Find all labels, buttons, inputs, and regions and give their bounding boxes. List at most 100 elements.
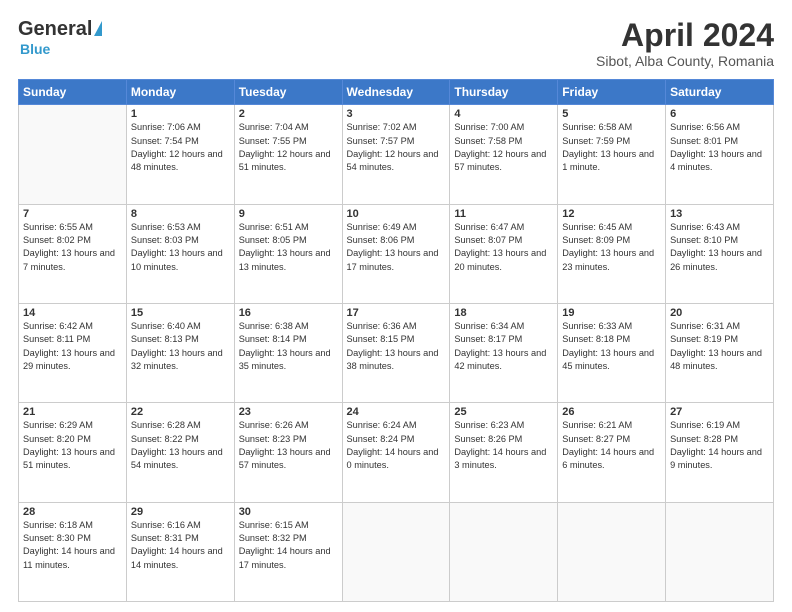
sunset-text: Sunset: 7:58 PM	[454, 136, 522, 146]
daylight-text: Daylight: 12 hours and 54 minutes.	[347, 149, 439, 172]
sunrise-text: Sunrise: 6:33 AM	[562, 321, 632, 331]
day-info: Sunrise: 6:26 AMSunset: 8:23 PMDaylight:…	[239, 419, 338, 472]
day-number: 12	[562, 208, 661, 220]
sunrise-text: Sunrise: 6:56 AM	[670, 122, 740, 132]
daylight-text: Daylight: 13 hours and 54 minutes.	[131, 447, 223, 470]
day-number: 13	[670, 208, 769, 220]
day-info: Sunrise: 6:19 AMSunset: 8:28 PMDaylight:…	[670, 419, 769, 472]
sunrise-text: Sunrise: 6:58 AM	[562, 122, 632, 132]
calendar-week-row: 28Sunrise: 6:18 AMSunset: 8:30 PMDayligh…	[19, 502, 774, 601]
daylight-text: Daylight: 14 hours and 14 minutes.	[131, 546, 223, 569]
day-info: Sunrise: 6:34 AMSunset: 8:17 PMDaylight:…	[454, 320, 553, 373]
day-number: 27	[670, 406, 769, 418]
day-number: 22	[131, 406, 230, 418]
table-row: 11Sunrise: 6:47 AMSunset: 8:07 PMDayligh…	[450, 204, 558, 303]
daylight-text: Daylight: 12 hours and 51 minutes.	[239, 149, 331, 172]
sunset-text: Sunset: 8:20 PM	[23, 434, 91, 444]
day-number: 25	[454, 406, 553, 418]
daylight-text: Daylight: 13 hours and 38 minutes.	[347, 348, 439, 371]
sunset-text: Sunset: 8:32 PM	[239, 533, 307, 543]
daylight-text: Daylight: 13 hours and 51 minutes.	[23, 447, 115, 470]
sunrise-text: Sunrise: 6:28 AM	[131, 420, 201, 430]
day-info: Sunrise: 6:33 AMSunset: 8:18 PMDaylight:…	[562, 320, 661, 373]
day-number: 1	[131, 108, 230, 120]
logo-content: General Blue	[18, 18, 102, 59]
sunset-text: Sunset: 8:05 PM	[239, 235, 307, 245]
table-row: 12Sunrise: 6:45 AMSunset: 8:09 PMDayligh…	[558, 204, 666, 303]
day-info: Sunrise: 7:04 AMSunset: 7:55 PMDaylight:…	[239, 121, 338, 174]
table-row: 22Sunrise: 6:28 AMSunset: 8:22 PMDayligh…	[126, 403, 234, 502]
daylight-text: Daylight: 12 hours and 48 minutes.	[131, 149, 223, 172]
sunset-text: Sunset: 8:28 PM	[670, 434, 738, 444]
sunset-text: Sunset: 8:30 PM	[23, 533, 91, 543]
sunset-text: Sunset: 7:59 PM	[562, 136, 630, 146]
table-row: 6Sunrise: 6:56 AMSunset: 8:01 PMDaylight…	[666, 105, 774, 204]
sunrise-text: Sunrise: 6:42 AM	[23, 321, 93, 331]
day-number: 11	[454, 208, 553, 220]
day-number: 23	[239, 406, 338, 418]
day-info: Sunrise: 6:21 AMSunset: 8:27 PMDaylight:…	[562, 419, 661, 472]
table-row: 19Sunrise: 6:33 AMSunset: 8:18 PMDayligh…	[558, 303, 666, 402]
daylight-text: Daylight: 14 hours and 11 minutes.	[23, 546, 115, 569]
daylight-text: Daylight: 14 hours and 0 minutes.	[347, 447, 439, 470]
daylight-text: Daylight: 13 hours and 13 minutes.	[239, 248, 331, 271]
day-info: Sunrise: 6:53 AMSunset: 8:03 PMDaylight:…	[131, 221, 230, 274]
daylight-text: Daylight: 13 hours and 35 minutes.	[239, 348, 331, 371]
day-number: 4	[454, 108, 553, 120]
col-friday: Friday	[558, 80, 666, 105]
table-row: 8Sunrise: 6:53 AMSunset: 8:03 PMDaylight…	[126, 204, 234, 303]
day-number: 15	[131, 307, 230, 319]
logo-blue-text: Blue	[20, 41, 50, 57]
table-row: 18Sunrise: 6:34 AMSunset: 8:17 PMDayligh…	[450, 303, 558, 402]
daylight-text: Daylight: 14 hours and 6 minutes.	[562, 447, 654, 470]
sunrise-text: Sunrise: 6:18 AM	[23, 520, 93, 530]
table-row	[342, 502, 450, 601]
sunrise-text: Sunrise: 6:23 AM	[454, 420, 524, 430]
day-info: Sunrise: 6:31 AMSunset: 8:19 PMDaylight:…	[670, 320, 769, 373]
day-info: Sunrise: 7:06 AMSunset: 7:54 PMDaylight:…	[131, 121, 230, 174]
sunset-text: Sunset: 7:55 PM	[239, 136, 307, 146]
day-number: 3	[347, 108, 446, 120]
day-info: Sunrise: 6:24 AMSunset: 8:24 PMDaylight:…	[347, 419, 446, 472]
col-saturday: Saturday	[666, 80, 774, 105]
table-row: 3Sunrise: 7:02 AMSunset: 7:57 PMDaylight…	[342, 105, 450, 204]
sunrise-text: Sunrise: 6:24 AM	[347, 420, 417, 430]
logo-general-text: General	[18, 18, 92, 41]
sunset-text: Sunset: 7:57 PM	[347, 136, 415, 146]
table-row: 14Sunrise: 6:42 AMSunset: 8:11 PMDayligh…	[19, 303, 127, 402]
day-number: 7	[23, 208, 122, 220]
day-info: Sunrise: 6:55 AMSunset: 8:02 PMDaylight:…	[23, 221, 122, 274]
day-number: 24	[347, 406, 446, 418]
sunset-text: Sunset: 8:26 PM	[454, 434, 522, 444]
sunset-text: Sunset: 8:06 PM	[347, 235, 415, 245]
location-title: Sibot, Alba County, Romania	[596, 53, 774, 69]
day-number: 5	[562, 108, 661, 120]
day-info: Sunrise: 6:15 AMSunset: 8:32 PMDaylight:…	[239, 519, 338, 572]
daylight-text: Daylight: 13 hours and 10 minutes.	[131, 248, 223, 271]
table-row: 5Sunrise: 6:58 AMSunset: 7:59 PMDaylight…	[558, 105, 666, 204]
sunrise-text: Sunrise: 6:31 AM	[670, 321, 740, 331]
day-number: 26	[562, 406, 661, 418]
day-info: Sunrise: 6:40 AMSunset: 8:13 PMDaylight:…	[131, 320, 230, 373]
day-info: Sunrise: 6:16 AMSunset: 8:31 PMDaylight:…	[131, 519, 230, 572]
table-row: 10Sunrise: 6:49 AMSunset: 8:06 PMDayligh…	[342, 204, 450, 303]
sunset-text: Sunset: 8:15 PM	[347, 334, 415, 344]
daylight-text: Daylight: 13 hours and 20 minutes.	[454, 248, 546, 271]
sunset-text: Sunset: 8:03 PM	[131, 235, 199, 245]
daylight-text: Daylight: 13 hours and 17 minutes.	[347, 248, 439, 271]
page: General Blue April 2024 Sibot, Alba Coun…	[0, 0, 792, 612]
day-info: Sunrise: 6:43 AMSunset: 8:10 PMDaylight:…	[670, 221, 769, 274]
daylight-text: Daylight: 13 hours and 57 minutes.	[239, 447, 331, 470]
table-row: 17Sunrise: 6:36 AMSunset: 8:15 PMDayligh…	[342, 303, 450, 402]
header: General Blue April 2024 Sibot, Alba Coun…	[18, 18, 774, 69]
table-row: 29Sunrise: 6:16 AMSunset: 8:31 PMDayligh…	[126, 502, 234, 601]
table-row	[558, 502, 666, 601]
col-sunday: Sunday	[19, 80, 127, 105]
daylight-text: Daylight: 14 hours and 9 minutes.	[670, 447, 762, 470]
day-info: Sunrise: 6:58 AMSunset: 7:59 PMDaylight:…	[562, 121, 661, 174]
day-info: Sunrise: 7:02 AMSunset: 7:57 PMDaylight:…	[347, 121, 446, 174]
table-row: 25Sunrise: 6:23 AMSunset: 8:26 PMDayligh…	[450, 403, 558, 502]
month-title: April 2024	[596, 18, 774, 53]
daylight-text: Daylight: 14 hours and 17 minutes.	[239, 546, 331, 569]
day-number: 29	[131, 506, 230, 518]
